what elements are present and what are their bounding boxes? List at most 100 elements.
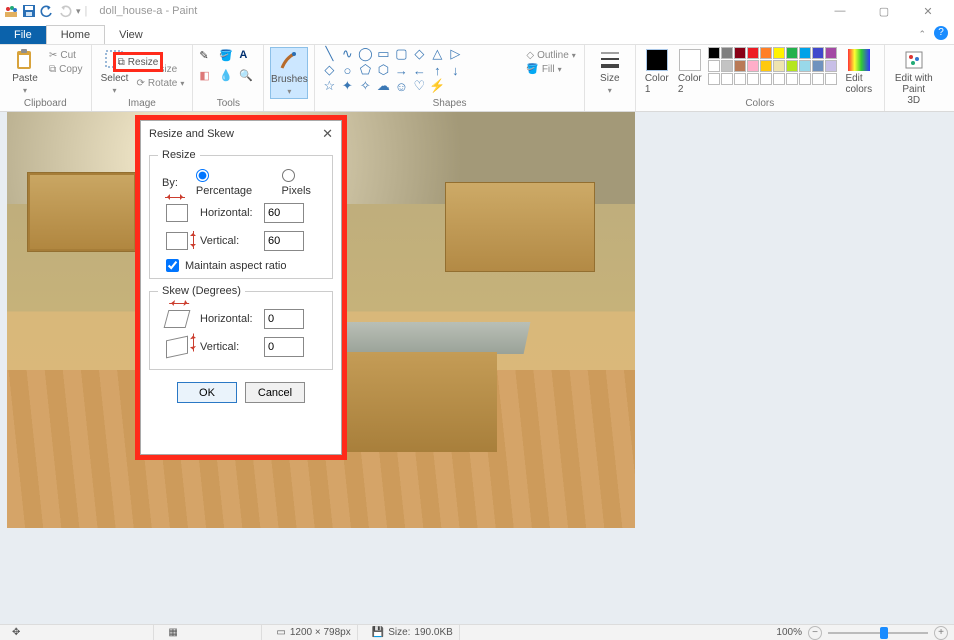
- color-swatch[interactable]: [773, 60, 785, 72]
- color-palette[interactable]: [708, 47, 837, 85]
- ok-button[interactable]: OK: [177, 382, 237, 403]
- size-icon: [599, 49, 621, 71]
- selection-icon: ▦: [162, 625, 262, 640]
- shape-outline-button[interactable]: ◇Outline▾: [524, 49, 577, 62]
- resize-h-input[interactable]: [264, 203, 304, 223]
- color-swatch[interactable]: [825, 47, 837, 59]
- zoom-icon[interactable]: 🔍: [239, 69, 257, 82]
- cursor-pos: [34, 625, 154, 640]
- zoom-out-button[interactable]: −: [808, 626, 822, 640]
- chevron-down-icon: ▾: [287, 87, 291, 96]
- color-swatch[interactable]: [734, 73, 746, 85]
- eraser-icon[interactable]: ◧: [199, 69, 217, 82]
- file-size: 💾Size: 190.0KB: [366, 625, 460, 640]
- brush-icon: [278, 50, 300, 72]
- by-label: By:: [162, 177, 178, 189]
- minimize-button[interactable]: —: [826, 5, 854, 18]
- color-swatch[interactable]: [747, 60, 759, 72]
- title-sep: |: [85, 5, 88, 17]
- color-swatch[interactable]: [773, 73, 785, 85]
- color-swatch[interactable]: [799, 47, 811, 59]
- resize-h-label: Horizontal:: [200, 207, 256, 219]
- edit-colors-button[interactable]: Editcolors: [840, 47, 878, 97]
- aspect-ratio-label: Maintain aspect ratio: [185, 260, 287, 272]
- dialog-close-button[interactable]: ✕: [322, 126, 333, 142]
- color-swatch[interactable]: [812, 60, 824, 72]
- cut-button[interactable]: ✂Cut: [47, 49, 85, 62]
- paint3d-button[interactable]: Edit withPaint 3D: [891, 47, 937, 108]
- skew-h-label: Horizontal:: [200, 313, 256, 325]
- radio-pixels[interactable]: Pixels: [282, 169, 324, 197]
- collapse-ribbon-icon[interactable]: ⌃: [918, 29, 926, 40]
- color-swatch[interactable]: [708, 73, 720, 85]
- eyedropper-icon[interactable]: 💧: [219, 69, 237, 82]
- tab-home[interactable]: Home: [46, 25, 105, 44]
- group-paint3d: Edit withPaint 3D: [885, 45, 943, 111]
- color-swatch[interactable]: [721, 73, 733, 85]
- rotate-button[interactable]: ⟳Rotate▾: [135, 77, 187, 90]
- chevron-down-icon: ▾: [608, 86, 612, 95]
- color-swatch[interactable]: [799, 73, 811, 85]
- fill-icon[interactable]: 🪣: [219, 49, 237, 62]
- radio-percentage[interactable]: Percentage: [196, 169, 264, 197]
- color-swatch[interactable]: [812, 47, 824, 59]
- resize-legend: Resize: [158, 149, 200, 161]
- pencil-icon[interactable]: ✎: [199, 49, 217, 62]
- color-swatch[interactable]: [773, 47, 785, 59]
- help-icon[interactable]: ?: [934, 26, 948, 40]
- color1-swatch: [646, 49, 668, 71]
- resize-v-input[interactable]: [264, 231, 304, 251]
- color-swatch[interactable]: [734, 60, 746, 72]
- color-swatch[interactable]: [786, 60, 798, 72]
- color-swatch[interactable]: [721, 60, 733, 72]
- resize-h-icon: [166, 204, 188, 222]
- color-swatch[interactable]: [747, 47, 759, 59]
- shape-fill-button[interactable]: 🪣Fill▾: [524, 63, 577, 76]
- color-swatch[interactable]: [799, 60, 811, 72]
- fill-shape-icon: 🪣: [526, 64, 538, 75]
- close-button[interactable]: ✕: [914, 5, 942, 18]
- resize-icon: ⧉: [118, 57, 125, 68]
- color-swatch[interactable]: [760, 73, 772, 85]
- color-swatch[interactable]: [825, 60, 837, 72]
- skew-h-input[interactable]: [264, 309, 304, 329]
- color1-button[interactable]: Color1: [642, 47, 672, 97]
- brushes-button[interactable]: Brushes ▾: [270, 47, 308, 99]
- undo-icon[interactable]: [40, 4, 54, 18]
- zoom-slider[interactable]: [828, 632, 928, 634]
- redo-icon[interactable]: [58, 4, 72, 18]
- tab-file[interactable]: File: [0, 26, 46, 44]
- tab-view[interactable]: View: [105, 26, 157, 44]
- color-swatch[interactable]: [760, 60, 772, 72]
- copy-button[interactable]: ⧉Copy: [47, 63, 85, 76]
- size-button[interactable]: Size ▾: [591, 47, 629, 97]
- skew-v-input[interactable]: [264, 337, 304, 357]
- outline-icon: ◇: [526, 50, 534, 61]
- color-swatch[interactable]: [721, 47, 733, 59]
- shapes-gallery[interactable]: ╲∿◯▭▢◇△▷ ◇○⬠⬡→←↑↓ ☆✦✧☁☺♡⚡: [321, 47, 517, 93]
- color-swatch[interactable]: [734, 47, 746, 59]
- color-swatch[interactable]: [786, 47, 798, 59]
- color-swatch[interactable]: [760, 47, 772, 59]
- cancel-button[interactable]: Cancel: [245, 382, 305, 403]
- rainbow-icon: [848, 49, 870, 71]
- color-swatch[interactable]: [786, 73, 798, 85]
- color-swatch[interactable]: [747, 73, 759, 85]
- maximize-button[interactable]: ▢: [870, 5, 898, 18]
- color-swatch[interactable]: [812, 73, 824, 85]
- color-swatch[interactable]: [708, 47, 720, 59]
- titlebar: ▾ | doll_house-a - Paint — ▢ ✕: [0, 0, 954, 22]
- color2-button[interactable]: Color2: [675, 47, 705, 97]
- zoom-in-button[interactable]: +: [934, 626, 948, 640]
- color-swatch[interactable]: [825, 73, 837, 85]
- resize-button-highlight[interactable]: ⧉ Resize: [113, 52, 163, 72]
- text-icon[interactable]: A: [239, 49, 257, 61]
- color-swatch[interactable]: [708, 60, 720, 72]
- paste-button[interactable]: Paste ▾: [6, 47, 44, 97]
- group-shapes: ╲∿◯▭▢◇△▷ ◇○⬠⬡→←↑↓ ☆✦✧☁☺♡⚡ ◇Outline▾ 🪣Fil…: [315, 45, 584, 111]
- qat-more-icon[interactable]: ▾: [76, 6, 81, 17]
- aspect-ratio-checkbox[interactable]: [166, 259, 179, 272]
- dialog-highlight: Resize and Skew ✕ Resize By: Percentage …: [135, 115, 347, 460]
- paste-icon: [14, 49, 36, 71]
- save-icon[interactable]: [22, 4, 36, 18]
